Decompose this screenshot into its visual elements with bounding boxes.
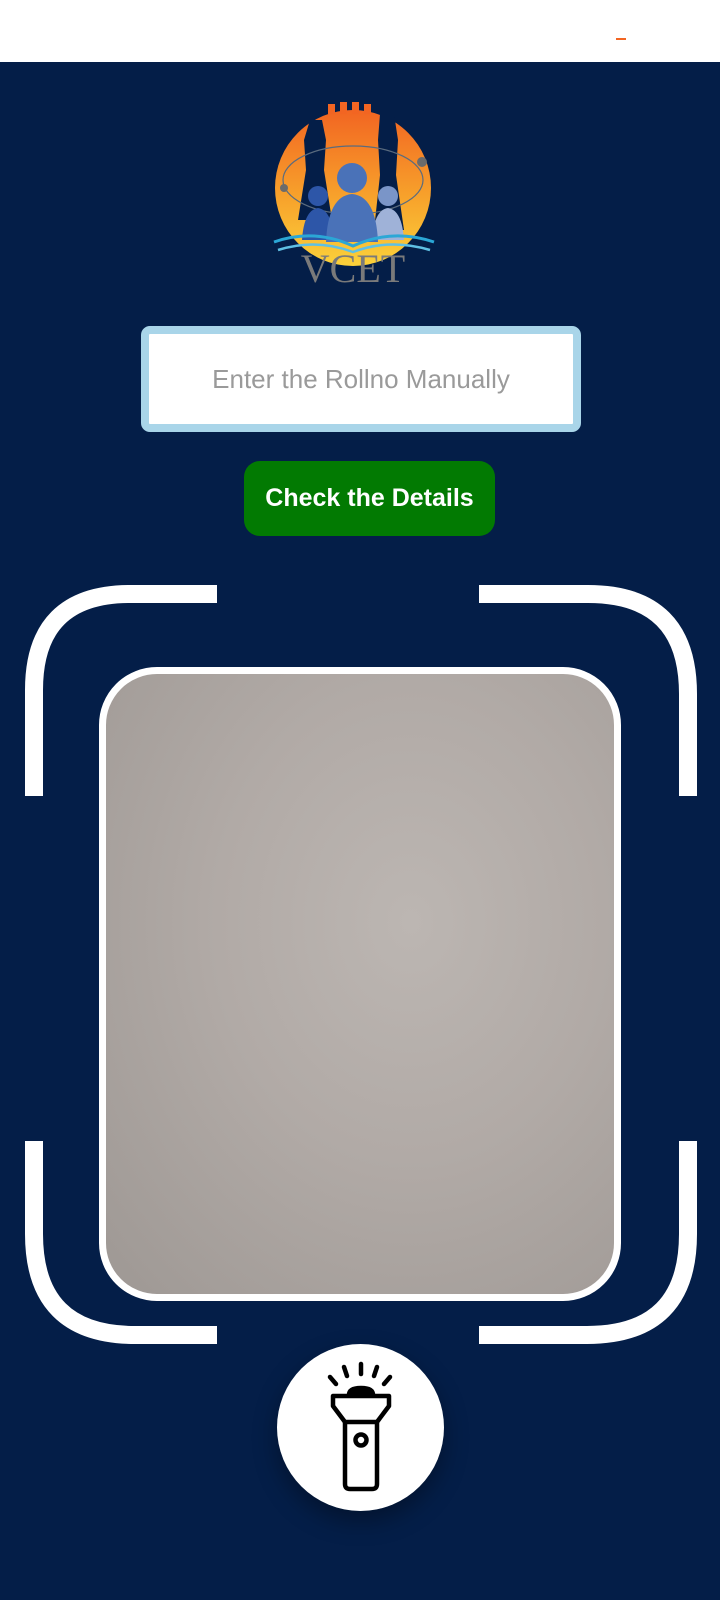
status-indicator	[616, 38, 626, 40]
flashlight-button[interactable]	[277, 1344, 444, 1511]
scanner-screen: VCET Check the Details	[0, 62, 720, 1600]
vcet-logo-image: VCET	[273, 102, 435, 290]
status-bar	[0, 0, 720, 62]
flashlight-icon	[327, 1361, 393, 1492]
vcet-logo: VCET	[270, 100, 450, 290]
rollno-input[interactable]	[141, 326, 581, 432]
check-details-button[interactable]: Check the Details	[244, 461, 495, 536]
camera-preview	[99, 667, 621, 1301]
logo-text: VCET	[301, 246, 405, 290]
